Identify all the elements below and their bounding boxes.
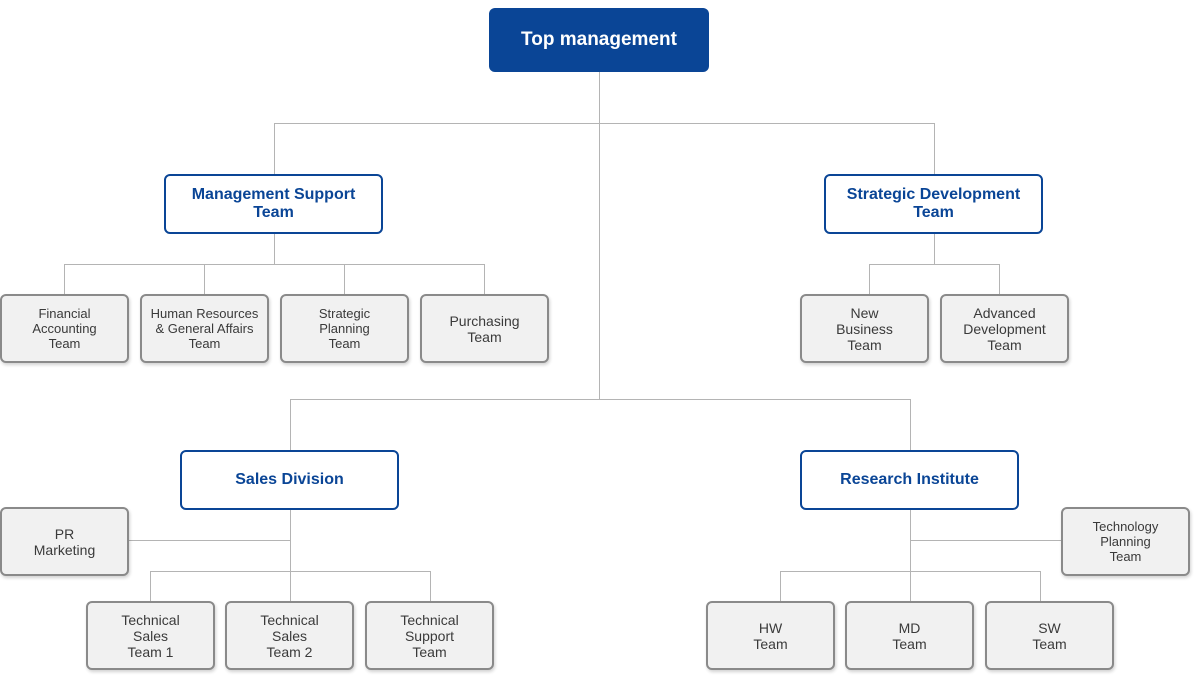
node-purchasing-team[interactable]: Purchasing Team <box>420 294 549 363</box>
node-label: Technical Support Team <box>400 611 459 660</box>
node-label: PR Marketing <box>33 525 96 558</box>
connector-line <box>910 509 911 601</box>
node-label: Strategic Planning Team <box>318 306 371 351</box>
connector-line <box>150 571 151 601</box>
node-label: Management Support Team <box>191 186 356 221</box>
connector-line <box>150 571 431 572</box>
connector-line <box>780 571 1041 572</box>
connector-line <box>1040 571 1041 601</box>
node-sales-division[interactable]: Sales Division <box>180 450 399 510</box>
node-technology-planning-team[interactable]: Technology Planning Team <box>1061 507 1190 576</box>
node-hw-team[interactable]: HW Team <box>706 601 835 670</box>
connector-line <box>274 123 935 124</box>
node-label: MD Team <box>892 619 927 652</box>
node-label: Technology Planning Team <box>1092 519 1159 564</box>
connector-line <box>204 264 205 294</box>
connector-line <box>934 233 935 264</box>
connector-line <box>869 264 870 294</box>
connector-line <box>934 123 935 175</box>
node-label: Advanced Development Team <box>963 304 1046 353</box>
node-hr-general-affairs-team[interactable]: Human Resources & General Affairs Team <box>140 294 269 363</box>
connector-line <box>910 399 911 451</box>
connector-line <box>780 571 781 601</box>
node-label: Purchasing Team <box>449 312 520 345</box>
node-financial-accounting-team[interactable]: Financial Accounting Team <box>0 294 129 363</box>
connector-line <box>869 264 1000 265</box>
node-label: SW Team <box>1032 619 1067 652</box>
node-label: Research Institute <box>840 471 979 488</box>
connector-line <box>290 399 911 400</box>
node-pr-marketing[interactable]: PR Marketing <box>0 507 129 576</box>
node-advanced-development-team[interactable]: Advanced Development Team <box>940 294 1069 363</box>
node-label: Strategic Development Team <box>846 186 1021 221</box>
connector-line <box>290 399 291 451</box>
node-label: HW Team <box>753 619 788 652</box>
node-strategic-development-team[interactable]: Strategic Development Team <box>824 174 1043 234</box>
node-research-institute[interactable]: Research Institute <box>800 450 1019 510</box>
connector-line <box>64 264 65 294</box>
connector-line <box>999 264 1000 294</box>
connector-line <box>484 264 485 294</box>
node-label: Sales Division <box>235 471 344 488</box>
node-technical-sales-team-2[interactable]: Technical Sales Team 2 <box>225 601 354 670</box>
node-management-support-team[interactable]: Management Support Team <box>164 174 383 234</box>
node-technical-sales-team-1[interactable]: Technical Sales Team 1 <box>86 601 215 670</box>
node-label: Financial Accounting Team <box>32 306 97 351</box>
node-label: Technical Sales Team 1 <box>121 611 180 660</box>
connector-line <box>910 540 1062 541</box>
connector-line <box>129 540 290 541</box>
connector-line <box>290 509 291 601</box>
connector-line <box>274 123 275 175</box>
connector-line <box>64 264 485 265</box>
node-top-management[interactable]: Top management <box>489 8 709 72</box>
node-label: New Business Team <box>836 304 893 353</box>
connector-line <box>274 233 275 264</box>
node-label: Human Resources & General Affairs Team <box>150 306 259 351</box>
node-strategic-planning-team[interactable]: Strategic Planning Team <box>280 294 409 363</box>
connector-line <box>430 571 431 601</box>
node-new-business-team[interactable]: New Business Team <box>800 294 929 363</box>
node-label: Top management <box>521 29 677 50</box>
node-technical-support-team[interactable]: Technical Support Team <box>365 601 494 670</box>
connector-line <box>344 264 345 294</box>
node-sw-team[interactable]: SW Team <box>985 601 1114 670</box>
node-label: Technical Sales Team 2 <box>260 611 319 660</box>
node-md-team[interactable]: MD Team <box>845 601 974 670</box>
connector-line <box>599 72 600 399</box>
